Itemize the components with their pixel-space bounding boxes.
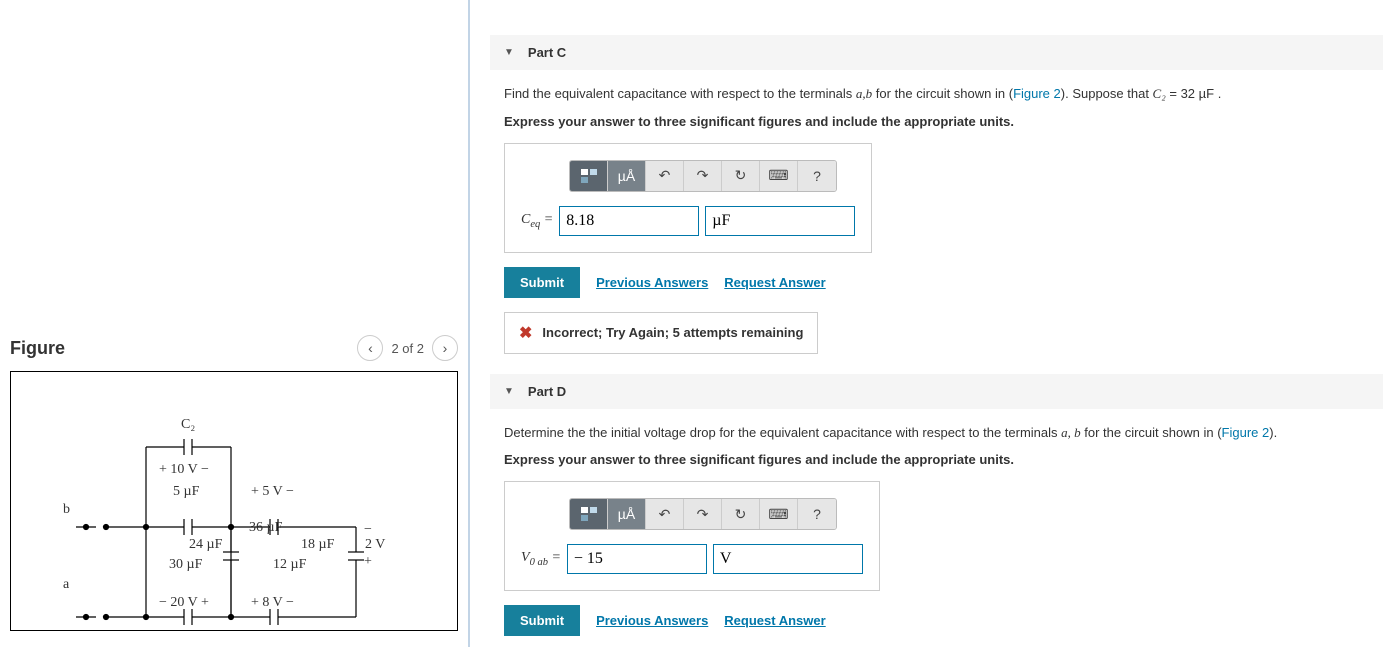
part-d-answer-label: V0 ab = [521,550,561,568]
label-b: b [63,502,70,518]
question-pane: ▼ Part C Find the equivalent capacitance… [470,0,1383,647]
part-c-feedback: ✖ Incorrect; Try Again; 5 attempts remai… [504,312,818,354]
label-8v: + 8 V − [251,595,294,611]
label-36uf: 36 µF [249,520,282,536]
part-c-value-input[interactable] [559,206,699,236]
part-c-feedback-text: Incorrect; Try Again; 5 attempts remaini… [542,325,803,340]
incorrect-icon: ✖ [519,323,532,343]
part-d: ▼ Part D Determine the the initial volta… [490,374,1383,637]
part-c-answer-label: Ceq = [521,212,553,230]
part-d-prompt: Determine the the initial voltage drop f… [504,423,1369,443]
keyboard-button[interactable]: ⌨ [760,161,798,191]
keyboard-button[interactable]: ⌨ [760,499,798,529]
part-d-header[interactable]: ▼ Part D [490,374,1383,409]
label-10v: + 10 V − [159,462,209,478]
figure-prev-button[interactable]: ‹ [357,335,383,361]
part-d-prev-answers-link[interactable]: Previous Answers [596,613,708,628]
label-minus: − [364,522,372,538]
part-d-submit-button[interactable]: Submit [504,605,580,636]
label-a: a [63,577,69,593]
part-c-instruction: Express your answer to three significant… [504,114,1369,129]
figure-nav-text: 2 of 2 [391,341,424,356]
part-c-prompt: Find the equivalent capacitance with res… [504,84,1369,104]
part-c-toolbar: µÅ ↶ ↷ ↻ ⌨ ? [569,160,837,192]
label-2v: 2 V [365,537,385,553]
collapse-icon: ▼ [504,386,514,397]
label-c2: C₂ [181,417,195,433]
label-20v: − 20 V + [159,595,209,611]
collapse-icon: ▼ [504,47,514,58]
part-c-units-input[interactable] [705,206,855,236]
figure-box: C₂ + 10 V − 5 µF + 5 V − 36 µF 24 µF 18 … [10,371,458,631]
part-d-instruction: Express your answer to three significant… [504,452,1369,467]
part-d-answer-box: µÅ ↶ ↷ ↻ ⌨ ? V0 ab = [504,481,880,591]
label-18uf: 18 µF [301,537,334,553]
part-d-request-answer-link[interactable]: Request Answer [724,613,825,628]
part-c-header[interactable]: ▼ Part C [490,35,1383,70]
templates-button[interactable] [570,161,608,191]
label-30uf: 30 µF [169,557,202,573]
figure-pane: Figure ‹ 2 of 2 › [0,0,470,647]
help-button[interactable]: ? [798,161,836,191]
figure-next-button[interactable]: › [432,335,458,361]
redo-button[interactable]: ↷ [684,161,722,191]
figure-title: Figure [10,338,65,359]
units-button[interactable]: µÅ [608,161,646,191]
reset-button[interactable]: ↻ [722,499,760,529]
part-d-title: Part D [528,384,566,399]
reset-button[interactable]: ↻ [722,161,760,191]
label-plus: + [364,554,372,570]
label-5v: + 5 V − [251,484,294,500]
figure-nav: ‹ 2 of 2 › [357,335,458,361]
part-c-prev-answers-link[interactable]: Previous Answers [596,275,708,290]
circuit-diagram: C₂ + 10 V − 5 µF + 5 V − 36 µF 24 µF 18 … [21,382,447,620]
label-5uf: 5 µF [173,484,199,500]
part-d-units-input[interactable] [713,544,863,574]
undo-button[interactable]: ↶ [646,161,684,191]
part-c-title: Part C [528,45,566,60]
part-c-request-answer-link[interactable]: Request Answer [724,275,825,290]
figure-2-link[interactable]: Figure 2 [1222,425,1270,440]
templates-button[interactable] [570,499,608,529]
part-d-toolbar: µÅ ↶ ↷ ↻ ⌨ ? [569,498,837,530]
undo-button[interactable]: ↶ [646,499,684,529]
help-button[interactable]: ? [798,499,836,529]
units-button[interactable]: µÅ [608,499,646,529]
part-d-value-input[interactable] [567,544,707,574]
part-c-answer-box: µÅ ↶ ↷ ↻ ⌨ ? Ceq = [504,143,872,253]
label-12uf: 12 µF [273,557,306,573]
part-c: ▼ Part C Find the equivalent capacitance… [490,35,1383,354]
redo-button[interactable]: ↷ [684,499,722,529]
label-24uf: 24 µF [189,537,222,553]
part-c-submit-button[interactable]: Submit [504,267,580,298]
figure-2-link[interactable]: Figure 2 [1013,86,1061,101]
